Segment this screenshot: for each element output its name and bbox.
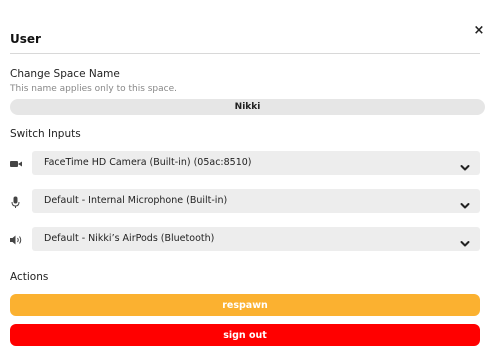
space-name-helper-text: This name applies only to this space.: [10, 84, 178, 94]
microphone-input-row: Default - Internal Microphone (Built-in): [10, 189, 480, 213]
space-name-input[interactable]: [10, 99, 485, 115]
speaker-icon: [10, 232, 22, 246]
chevron-down-icon: [460, 234, 470, 247]
microphone-icon: [10, 194, 22, 208]
speaker-select-value: Default - Nikki’s AirPods (Bluetooth): [44, 233, 215, 244]
close-icon[interactable]: ×: [472, 24, 486, 38]
panel-header: User ×: [10, 24, 484, 54]
speaker-input-row: Default - Nikki’s AirPods (Bluetooth): [10, 227, 480, 251]
speaker-select[interactable]: Default - Nikki’s AirPods (Bluetooth): [32, 227, 480, 251]
user-settings-panel: User × Change Space Name This name appli…: [0, 0, 490, 353]
camera-select-value: FaceTime HD Camera (Built-in) (05ac:8510…: [44, 157, 252, 168]
sign-out-button[interactable]: sign out: [10, 324, 480, 346]
microphone-select[interactable]: Default - Internal Microphone (Built-in): [32, 189, 480, 213]
panel-title: User: [10, 32, 41, 46]
change-space-name-label: Change Space Name: [10, 68, 120, 80]
chevron-down-icon: [460, 158, 470, 171]
switch-inputs-label: Switch Inputs: [10, 128, 81, 140]
camera-select[interactable]: FaceTime HD Camera (Built-in) (05ac:8510…: [32, 151, 480, 175]
actions-label: Actions: [10, 271, 49, 283]
camera-input-row: FaceTime HD Camera (Built-in) (05ac:8510…: [10, 151, 480, 175]
chevron-down-icon: [460, 196, 470, 209]
camera-icon: [10, 156, 22, 170]
microphone-select-value: Default - Internal Microphone (Built-in): [44, 195, 228, 206]
respawn-button[interactable]: respawn: [10, 294, 480, 316]
